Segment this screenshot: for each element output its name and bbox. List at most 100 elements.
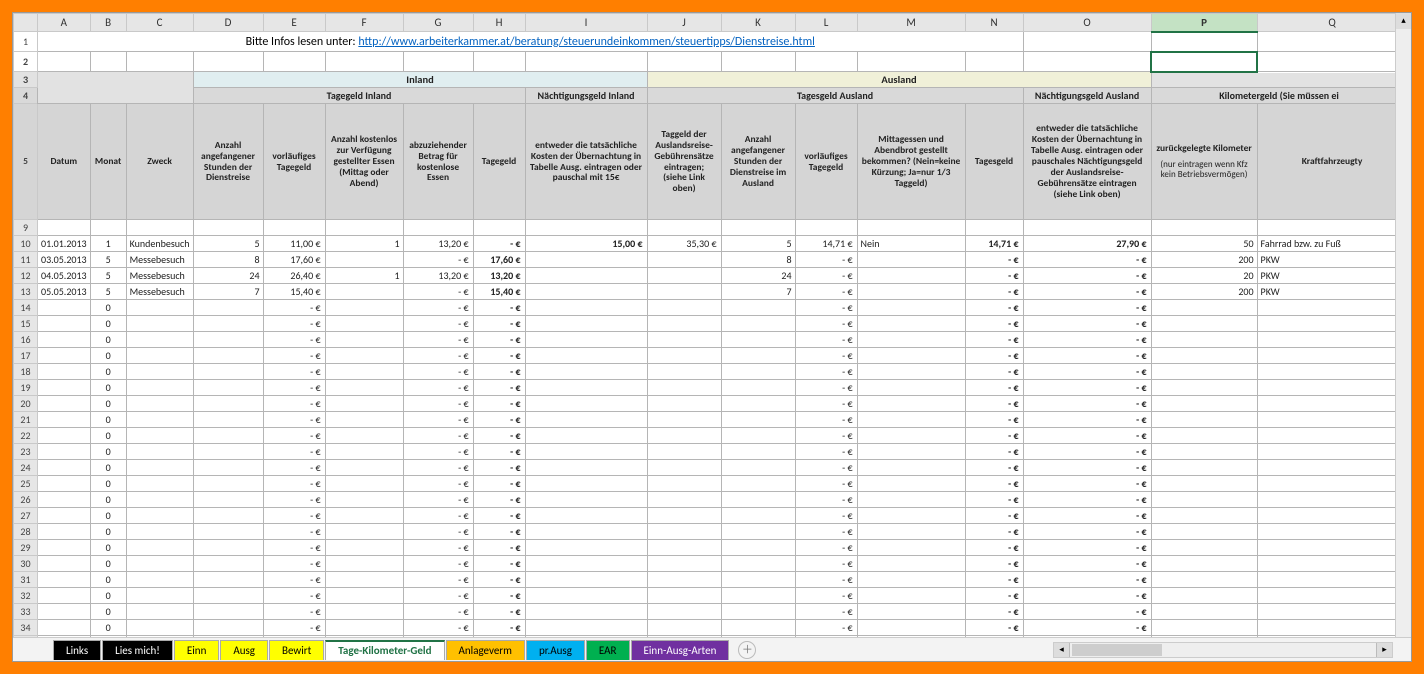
row-header-14[interactable]: 14: [14, 300, 38, 316]
cell-monat[interactable]: 0: [90, 524, 126, 540]
cell-stunden-ausland[interactable]: [721, 492, 795, 508]
cell-km[interactable]: [1151, 476, 1257, 492]
cell-stunden-ausland[interactable]: 7: [721, 284, 795, 300]
cell-tagegeld[interactable]: - €: [473, 460, 525, 476]
cell-monat[interactable]: 0: [90, 556, 126, 572]
cell-vorl-ausland[interactable]: - €: [795, 492, 857, 508]
cell-naecht-inland[interactable]: [525, 268, 647, 284]
cell-abzug[interactable]: - €: [403, 604, 473, 620]
cell-stunden-ausland[interactable]: [721, 316, 795, 332]
cell-ausland-satz[interactable]: [647, 476, 721, 492]
cell-stunden-ausland[interactable]: [721, 476, 795, 492]
cell-ausland-satz[interactable]: [647, 508, 721, 524]
cell-essen[interactable]: [325, 588, 403, 604]
cell-stunden-inland[interactable]: [193, 476, 263, 492]
cell-monat[interactable]: 0: [90, 444, 126, 460]
cell-monat[interactable]: 0: [90, 412, 126, 428]
cell-naecht-ausland[interactable]: - €: [1023, 396, 1151, 412]
cell-ausland-satz[interactable]: [647, 364, 721, 380]
cell-datum[interactable]: [38, 316, 91, 332]
cell-monat[interactable]: 0: [90, 428, 126, 444]
cell-tagegeld[interactable]: - €: [473, 332, 525, 348]
row-header-28[interactable]: 28: [14, 524, 38, 540]
cell-essen[interactable]: [325, 476, 403, 492]
cell-abzug[interactable]: - €: [403, 284, 473, 300]
cell-naecht-inland[interactable]: [525, 588, 647, 604]
cell-tagesgeld-ausland[interactable]: - €: [965, 492, 1023, 508]
cell-naecht-inland[interactable]: 15,00 €: [525, 236, 647, 252]
cell-essen[interactable]: [325, 364, 403, 380]
cell-km[interactable]: [1151, 524, 1257, 540]
cell-kfz[interactable]: [1257, 556, 1407, 572]
cell-ausland-satz[interactable]: [647, 620, 721, 636]
cell-datum[interactable]: [38, 348, 91, 364]
col-header-P[interactable]: P: [1151, 14, 1257, 32]
cell-zweck[interactable]: [126, 620, 193, 636]
cell-essen-gestellt[interactable]: [857, 460, 965, 476]
cell-kfz[interactable]: PKW: [1257, 252, 1407, 268]
cell-vorl-ausland[interactable]: - €: [795, 268, 857, 284]
col-header-M[interactable]: M: [857, 14, 965, 32]
cell-essen[interactable]: [325, 284, 403, 300]
cell-tagesgeld-ausland[interactable]: - €: [965, 556, 1023, 572]
cell-zweck[interactable]: [126, 444, 193, 460]
cell-km[interactable]: [1151, 396, 1257, 412]
cell-kfz[interactable]: [1257, 460, 1407, 476]
cell-vorl-ausland[interactable]: - €: [795, 380, 857, 396]
cell-datum[interactable]: [38, 460, 91, 476]
info-link-cell[interactable]: Bitte Infos lesen unter: http://www.arbe…: [38, 32, 1024, 52]
cell-vorl-ausland[interactable]: - €: [795, 252, 857, 268]
cell-essen[interactable]: [325, 348, 403, 364]
cell-vorl-inland[interactable]: - €: [263, 428, 325, 444]
row-header-20[interactable]: 20: [14, 396, 38, 412]
cell-essen[interactable]: [325, 380, 403, 396]
cell-tagegeld[interactable]: - €: [473, 316, 525, 332]
cell-stunden-inland[interactable]: [193, 396, 263, 412]
col-header-J[interactable]: J: [647, 14, 721, 32]
cell-vorl-ausland[interactable]: - €: [795, 572, 857, 588]
active-cell-P2[interactable]: [1151, 52, 1257, 72]
cell-essen[interactable]: [325, 316, 403, 332]
cell-naecht-inland[interactable]: [525, 428, 647, 444]
cell-stunden-inland[interactable]: 5: [193, 236, 263, 252]
cell-ausland-satz[interactable]: [647, 396, 721, 412]
cell-tagesgeld-ausland[interactable]: - €: [965, 444, 1023, 460]
cell-r2-3[interactable]: [193, 52, 263, 72]
cell-monat[interactable]: 0: [90, 508, 126, 524]
cell-datum[interactable]: [38, 604, 91, 620]
cell-naecht-ausland[interactable]: - €: [1023, 300, 1151, 316]
cell-essen-gestellt[interactable]: [857, 476, 965, 492]
scroll-left-icon[interactable]: ◂: [1054, 643, 1070, 657]
cell-naecht-ausland[interactable]: 27,90 €: [1023, 236, 1151, 252]
cell-abzug[interactable]: - €: [403, 444, 473, 460]
cell-naecht-ausland[interactable]: - €: [1023, 316, 1151, 332]
cell-abzug[interactable]: 13,20 €: [403, 236, 473, 252]
cell-vorl-ausland[interactable]: - €: [795, 476, 857, 492]
cell-essen-gestellt[interactable]: [857, 508, 965, 524]
cell-vorl-inland[interactable]: - €: [263, 332, 325, 348]
row-header-25[interactable]: 25: [14, 476, 38, 492]
cell-datum[interactable]: 04.05.2013: [38, 268, 91, 284]
cell-r2-5[interactable]: [325, 52, 403, 72]
cell-monat[interactable]: 0: [90, 588, 126, 604]
cell-tagesgeld-ausland[interactable]: - €: [965, 572, 1023, 588]
cell-naecht-ausland[interactable]: - €: [1023, 588, 1151, 604]
cell-vorl-ausland[interactable]: - €: [795, 620, 857, 636]
cell-naecht-inland[interactable]: [525, 332, 647, 348]
cell-kfz[interactable]: [1257, 428, 1407, 444]
cell-vorl-inland[interactable]: - €: [263, 300, 325, 316]
cell-stunden-inland[interactable]: [193, 588, 263, 604]
cell-tagesgeld-ausland[interactable]: - €: [965, 252, 1023, 268]
cell-naecht-ausland[interactable]: - €: [1023, 556, 1151, 572]
cell-vorl-ausland[interactable]: - €: [795, 332, 857, 348]
cell-vorl-inland[interactable]: - €: [263, 476, 325, 492]
row-header-32[interactable]: 32: [14, 588, 38, 604]
cell-naecht-inland[interactable]: [525, 572, 647, 588]
cell-tagesgeld-ausland[interactable]: - €: [965, 428, 1023, 444]
row-header-16[interactable]: 16: [14, 332, 38, 348]
cell-monat[interactable]: 0: [90, 300, 126, 316]
row-header-10[interactable]: 10: [14, 236, 38, 252]
col-header-L[interactable]: L: [795, 14, 857, 32]
cell-stunden-inland[interactable]: 24: [193, 268, 263, 284]
cell-km[interactable]: [1151, 508, 1257, 524]
